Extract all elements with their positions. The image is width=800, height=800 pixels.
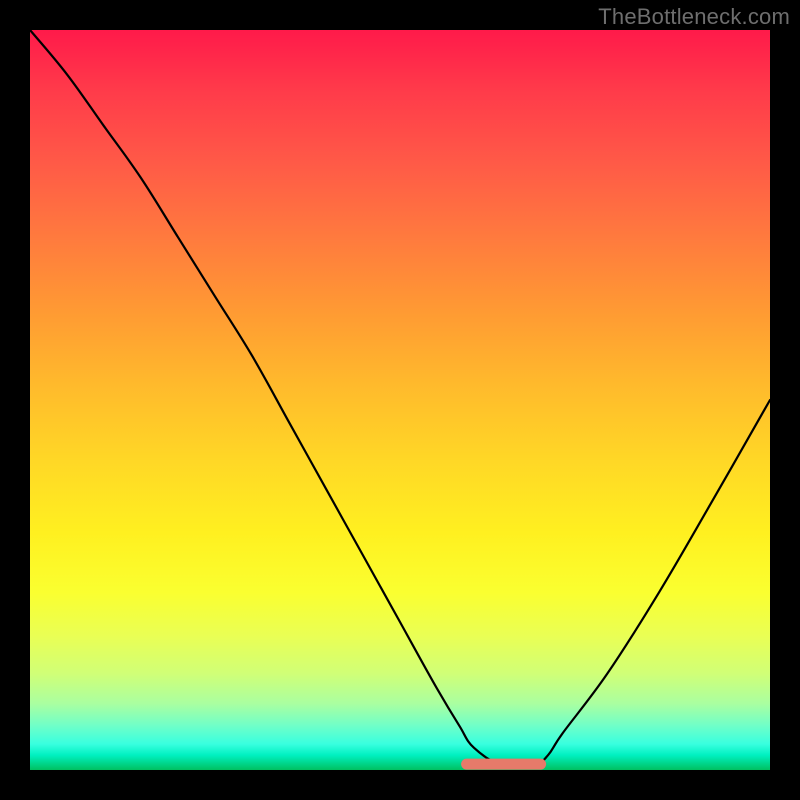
- plot-area: [30, 30, 770, 770]
- curve-path: [30, 30, 770, 768]
- watermark-text: TheBottleneck.com: [598, 4, 790, 30]
- chart-svg: [30, 30, 770, 770]
- chart-frame: TheBottleneck.com: [0, 0, 800, 800]
